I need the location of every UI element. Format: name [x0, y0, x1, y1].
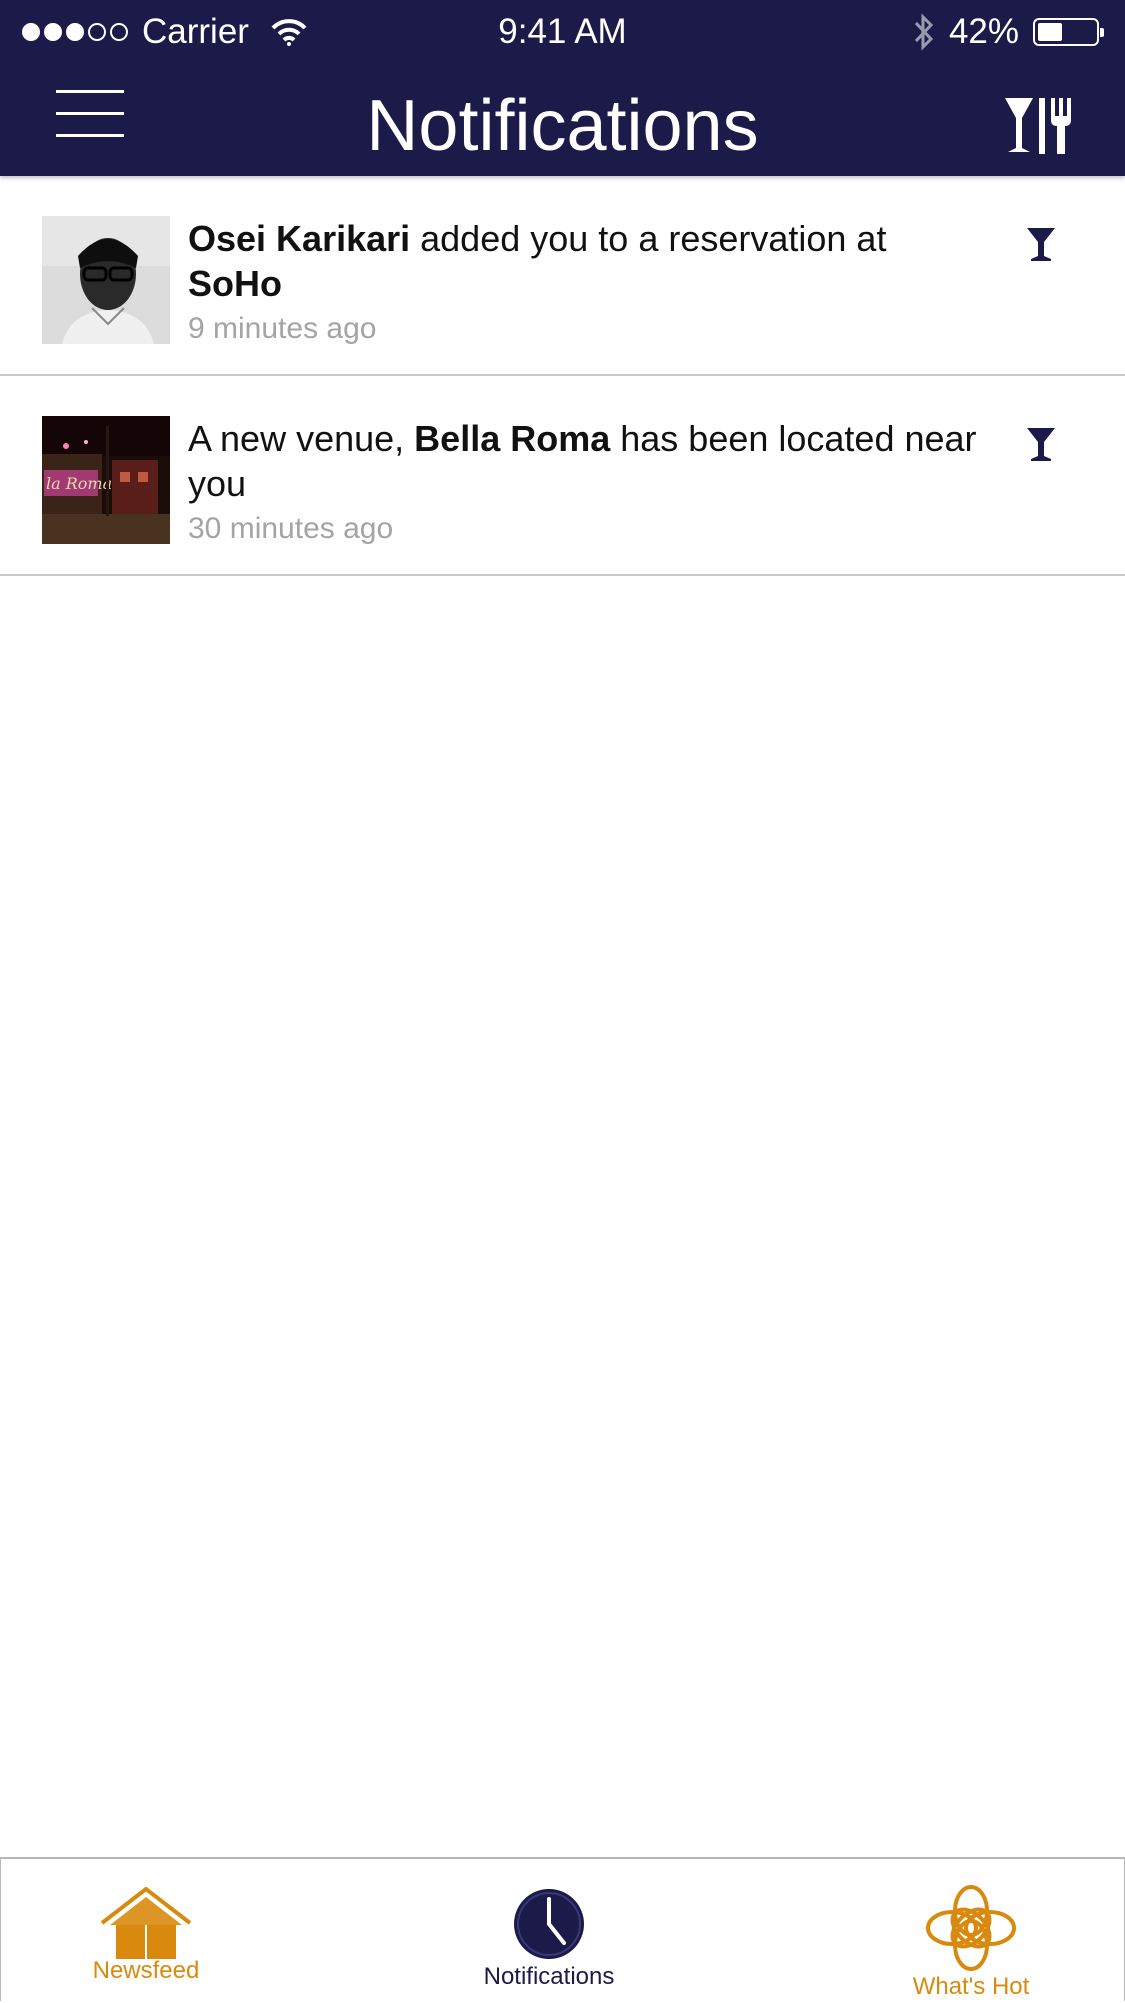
notification-item[interactable]: la Roma A new venue, Bella Roma has been… — [0, 376, 1125, 576]
notification-time: 9 minutes ago — [188, 312, 377, 345]
notification-venue: SoHo — [188, 263, 282, 304]
notification-list: Osei Karikari added you to a reservation… — [0, 176, 1125, 576]
battery-percent: 42% — [948, 12, 1019, 51]
notification-time: 30 minutes ago — [188, 512, 394, 545]
status-right: 42% — [913, 12, 1104, 52]
flower-icon — [926, 1885, 1016, 1971]
home-icon — [100, 1887, 192, 1959]
tab-notifications-label: Notifications — [483, 1963, 615, 1990]
venue-image: la Roma — [42, 416, 170, 544]
clock-icon — [514, 1889, 584, 1959]
notification-text: A new venue, Bella Roma has been located… — [188, 418, 977, 504]
notification-item[interactable]: Osei Karikari added you to a reservation… — [0, 176, 1125, 376]
tab-whats-hot-label: What's Hot — [912, 1973, 1030, 2000]
cocktail-icon[interactable] — [1025, 226, 1057, 262]
battery-icon — [1033, 18, 1104, 46]
tab-bar: Newsfeed Notifications What's Hot — [0, 1857, 1125, 2001]
tab-newsfeed-label: Newsfeed — [92, 1957, 200, 1984]
app-header: Carrier 9:41 AM 42% Notifications — [0, 0, 1125, 176]
cocktail-icon[interactable] — [1025, 426, 1057, 462]
notification-user: Osei Karikari — [188, 218, 411, 259]
glass-fork-icon[interactable] — [1003, 96, 1077, 156]
status-bar: Carrier 9:41 AM 42% — [0, 0, 1125, 64]
svg-text:la Roma: la Roma — [46, 474, 112, 493]
notification-text: Osei Karikari added you to a reservation… — [188, 218, 887, 304]
tab-notifications[interactable]: Notifications — [471, 1859, 627, 2003]
notification-venue: Bella Roma — [414, 418, 611, 459]
avatar — [42, 216, 170, 344]
tab-newsfeed[interactable]: Newsfeed — [71, 1859, 221, 2003]
tab-whats-hot[interactable]: What's Hot — [891, 1859, 1051, 2003]
bluetooth-icon — [914, 13, 934, 51]
page-title: Notifications — [366, 86, 759, 166]
